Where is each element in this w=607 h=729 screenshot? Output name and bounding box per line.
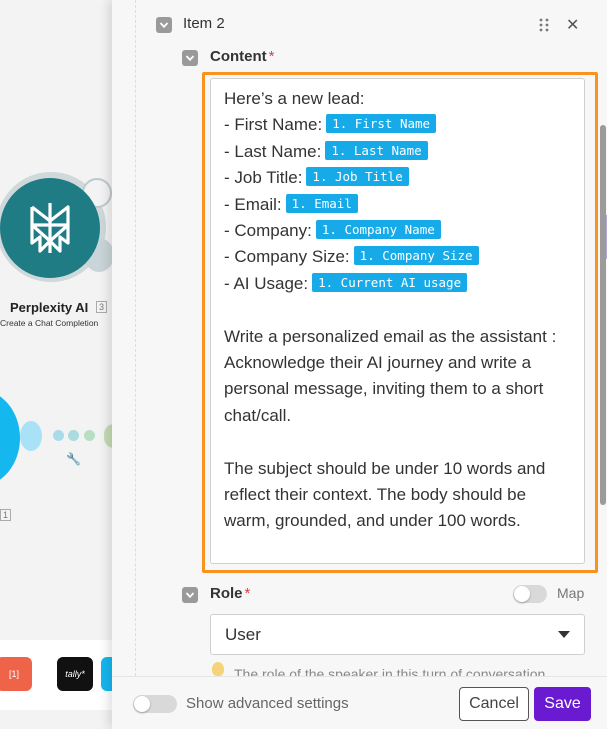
content-textarea[interactable]: Here’s a new lead: - First Name: 1. First… bbox=[210, 78, 585, 564]
content-field-line: - Last Name: 1. Last Name bbox=[224, 139, 571, 165]
content-label: Content * bbox=[210, 48, 275, 65]
advanced-settings-label: Show advanced settings bbox=[186, 695, 349, 712]
nesting-guide bbox=[135, 0, 136, 676]
mapped-token[interactable]: 1. Email bbox=[285, 193, 358, 213]
mapped-token[interactable]: 1. Current AI usage bbox=[312, 272, 468, 292]
map-toggle[interactable] bbox=[513, 585, 547, 603]
app-chip-label: [1] bbox=[8, 669, 19, 679]
toggle-knob bbox=[134, 696, 150, 712]
mapped-token[interactable]: 1. First Name bbox=[326, 114, 437, 134]
module-number-badge: 1 bbox=[0, 509, 12, 521]
field-prefix: - Company: bbox=[224, 220, 312, 240]
perplexity-module-node[interactable] bbox=[0, 178, 100, 278]
field-prefix: - Last Name: bbox=[224, 141, 322, 161]
field-prefix: - Company Size: bbox=[224, 247, 350, 267]
collapse-role-toggle[interactable] bbox=[182, 587, 198, 603]
role-select[interactable]: User bbox=[210, 614, 585, 655]
content-field-line: - First Name: 1. First Name bbox=[224, 112, 571, 138]
required-marker: * bbox=[268, 48, 275, 65]
role-selected-value: User bbox=[225, 625, 261, 644]
app-chip-label: tally* bbox=[65, 669, 85, 679]
toggle-knob bbox=[514, 586, 530, 602]
map-label: Map bbox=[557, 585, 585, 601]
perplexity-logo-icon bbox=[30, 203, 70, 253]
field-prefix: - Job Title: bbox=[224, 168, 303, 188]
role-hint: The role of the speaker in this turn of … bbox=[234, 666, 550, 676]
app-chip[interactable] bbox=[101, 657, 112, 691]
content-intro: Here’s a new lead: bbox=[224, 89, 365, 108]
mapped-token[interactable]: 1. Last Name bbox=[325, 140, 428, 160]
mapped-token[interactable]: 1. Company Size bbox=[353, 246, 479, 266]
scenario-canvas[interactable]: Perplexity AI 3 Create a Chat Completion… bbox=[0, 0, 112, 729]
save-button[interactable]: Save bbox=[534, 687, 591, 721]
drag-handle-icon[interactable] bbox=[539, 18, 549, 37]
route-dot bbox=[53, 430, 64, 441]
caret-down-icon bbox=[558, 631, 570, 638]
collapse-content-toggle[interactable] bbox=[182, 50, 198, 66]
panel-scrollbar[interactable] bbox=[600, 125, 606, 505]
content-field-line: - Company Size: 1. Company Size bbox=[224, 244, 571, 270]
module-number-badge: 3 bbox=[96, 301, 108, 313]
content-field-line: - AI Usage: 1. Current AI usage bbox=[224, 271, 571, 297]
field-prefix: - Email: bbox=[224, 194, 282, 214]
field-prefix: - AI Usage: bbox=[224, 273, 309, 293]
chevron-down-icon bbox=[159, 22, 169, 29]
field-prefix: - First Name: bbox=[224, 115, 323, 135]
close-icon[interactable]: ✕ bbox=[566, 15, 579, 35]
wrench-icon[interactable]: 🔧 bbox=[66, 452, 81, 466]
route-dot bbox=[84, 430, 95, 441]
module-connector-bubble[interactable] bbox=[20, 421, 42, 451]
mapped-token[interactable]: 1. Company Name bbox=[315, 219, 441, 239]
chevron-down-icon bbox=[185, 55, 195, 62]
module-action: Create a Chat Completion bbox=[0, 318, 99, 328]
content-field-line: - Email: 1. Email bbox=[224, 192, 571, 218]
content-field-line: - Job Title: 1. Job Title bbox=[224, 165, 571, 191]
app-chip[interactable]: [1] bbox=[0, 657, 32, 691]
item-title: Item 2 bbox=[183, 15, 225, 32]
role-label: Role * bbox=[210, 585, 250, 602]
advanced-settings-toggle[interactable] bbox=[133, 695, 177, 713]
app-chip-tally[interactable]: tally* bbox=[57, 657, 93, 691]
module-node[interactable] bbox=[0, 390, 20, 486]
module-name: Perplexity AI bbox=[10, 300, 89, 315]
mapped-token[interactable]: 1. Job Title bbox=[306, 167, 409, 187]
lightbulb-icon bbox=[212, 662, 224, 676]
route-dot bbox=[68, 430, 79, 441]
route-node-edge[interactable] bbox=[104, 424, 112, 448]
cancel-button[interactable]: Cancel bbox=[459, 687, 529, 721]
collapse-item-toggle[interactable] bbox=[156, 17, 172, 33]
role-label-text: Role bbox=[210, 585, 243, 602]
required-marker: * bbox=[244, 585, 251, 602]
content-paragraph: The subject should be under 10 words and… bbox=[224, 458, 546, 531]
content-field-line: - Company: 1. Company Name bbox=[224, 218, 571, 244]
content-label-text: Content bbox=[210, 48, 267, 65]
content-paragraph: Write a personalized email as the assist… bbox=[224, 326, 557, 425]
chevron-down-icon bbox=[185, 592, 195, 599]
